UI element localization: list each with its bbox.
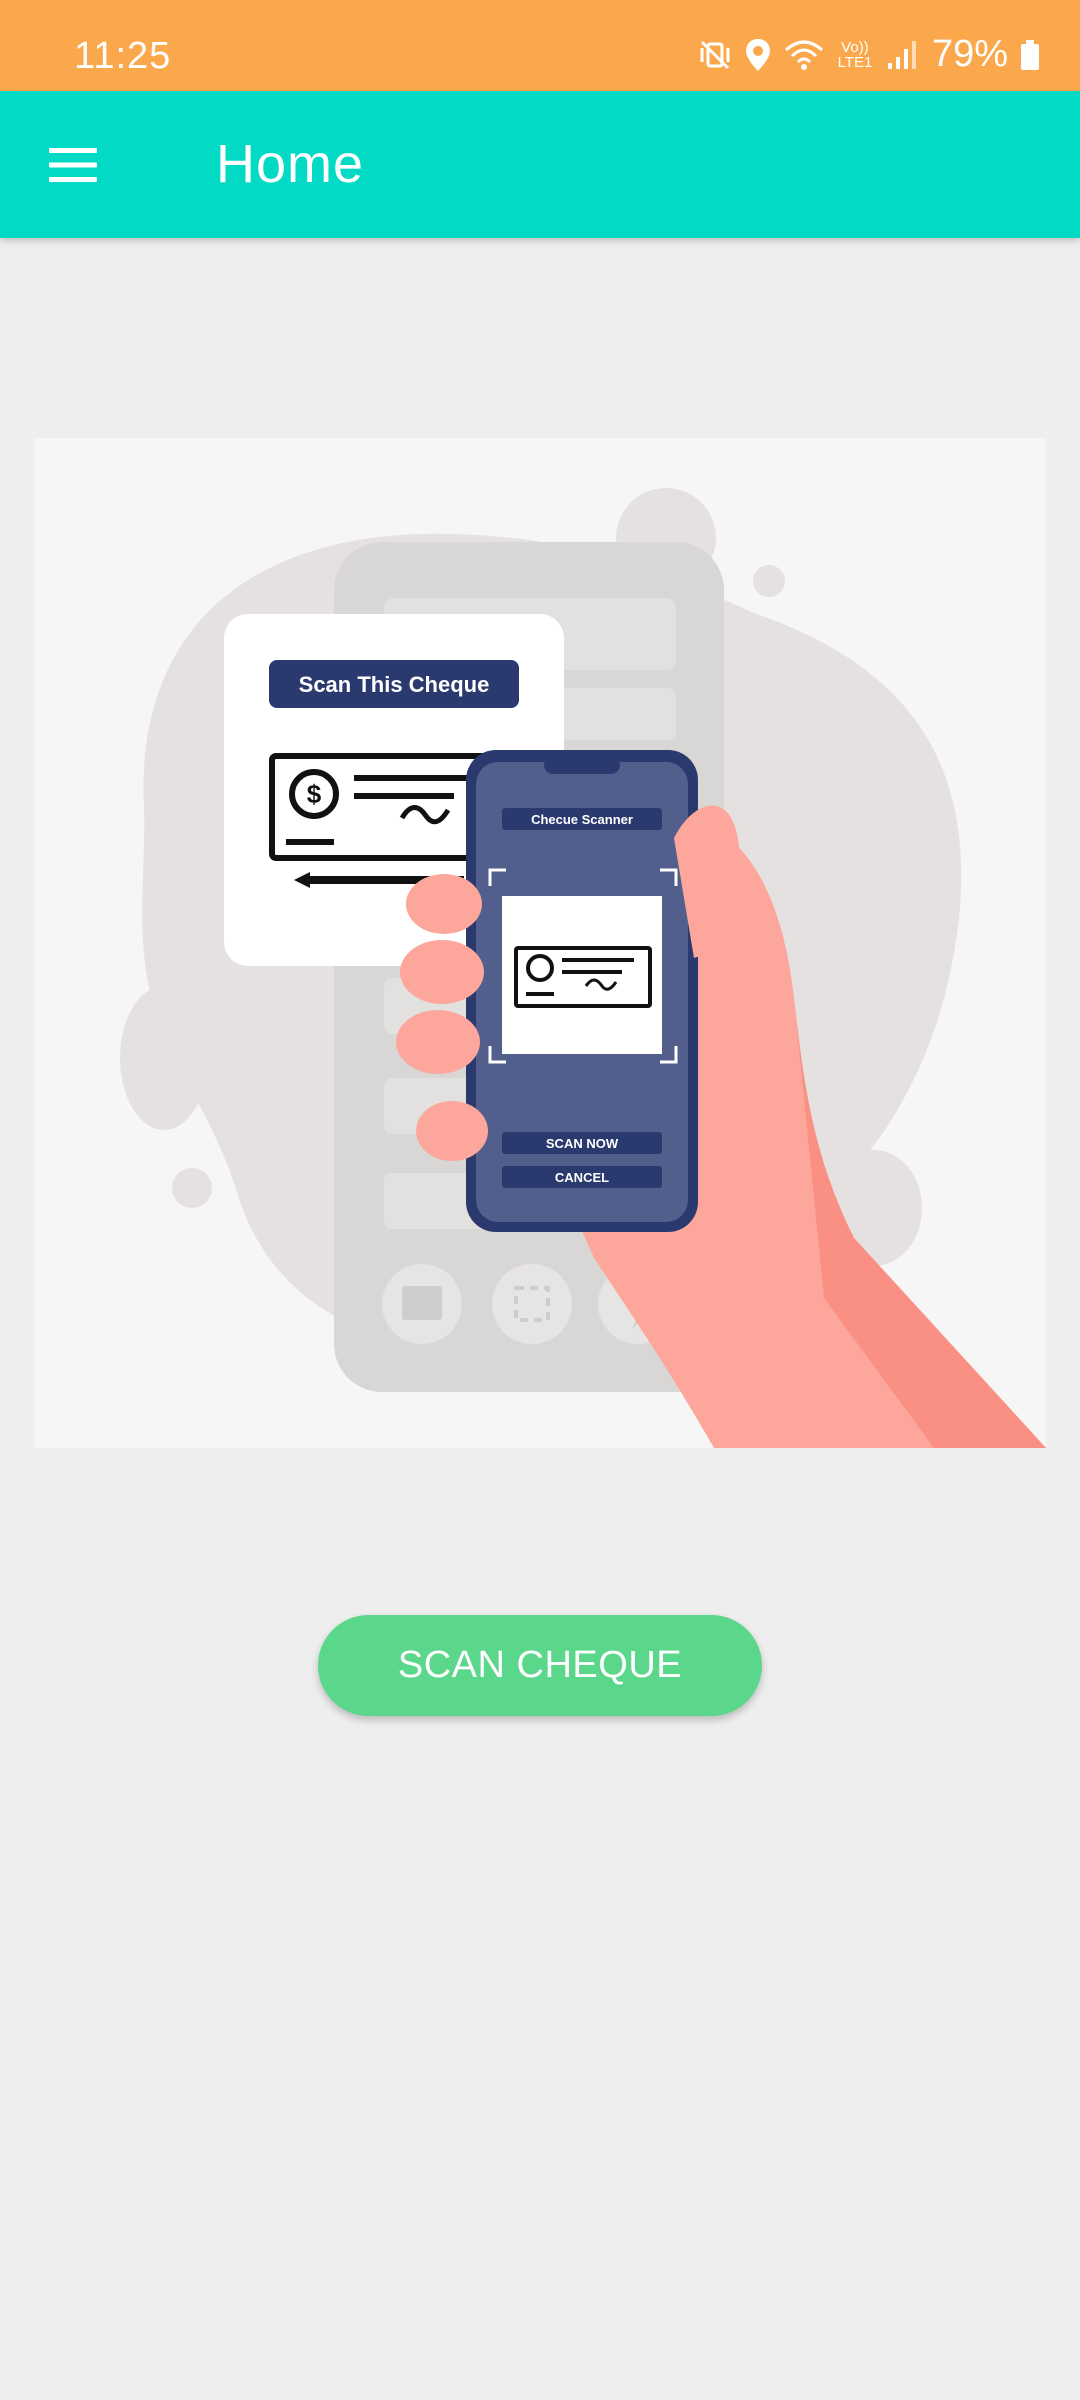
wifi-icon	[784, 38, 824, 72]
status-time: 11:25	[74, 35, 172, 77]
dollar-icon: $	[307, 779, 322, 809]
page-title: Home	[216, 134, 365, 194]
network-label: Vo)) LTE1	[837, 38, 873, 71]
battery-percentage: 79%	[931, 33, 1008, 75]
phone-cancel-label: CANCEL	[555, 1170, 609, 1185]
battery-icon	[1020, 38, 1040, 72]
signal-icon	[886, 39, 916, 71]
phone-header: Checue Scanner	[531, 812, 633, 827]
hamburger-menu-icon	[49, 148, 97, 182]
status-bar: 11:25 Vo)) LTE1 79%	[0, 0, 1080, 91]
status-icons: Vo)) LTE1 79%	[698, 0, 1040, 91]
cheque-scan-illustration: Scan This Cheque $ Checue Scanner SCAN N…	[34, 438, 1046, 1448]
scan-cheque-button[interactable]: SCAN CHEQUE	[318, 1615, 762, 1716]
menu-button[interactable]	[30, 125, 116, 205]
location-icon	[744, 37, 772, 73]
mute-vibrate-icon	[698, 38, 732, 72]
app-bar: Home	[0, 91, 1080, 238]
phone-scan-label: SCAN NOW	[546, 1136, 619, 1151]
card-title: Scan This Cheque	[299, 672, 490, 697]
scanner-phone: Checue Scanner SCAN NOW CANCEL	[466, 750, 698, 1232]
